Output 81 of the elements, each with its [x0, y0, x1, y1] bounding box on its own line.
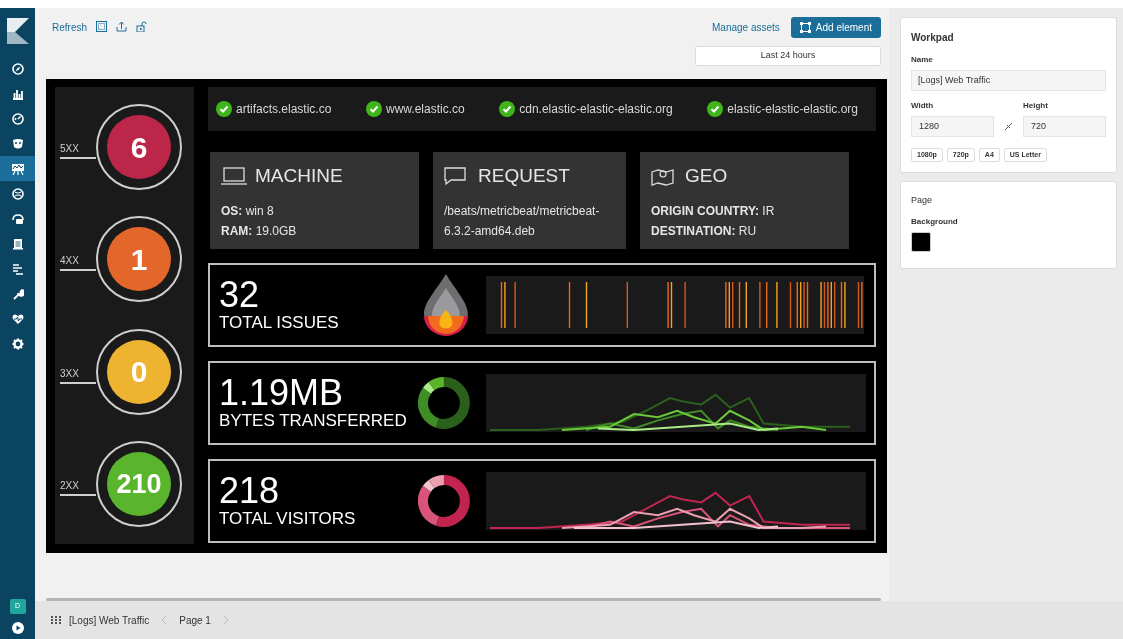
- section-title: Workpad: [911, 31, 955, 45]
- leader-line: [60, 381, 96, 384]
- settings-icon: [11, 337, 24, 350]
- wrench-icon: [11, 287, 24, 300]
- color-swatch[interactable]: [911, 231, 931, 252]
- field-label: Width: [911, 100, 935, 112]
- manage-assets-link[interactable]: Manage assets: [712, 20, 780, 35]
- status-label: 4XX: [60, 255, 80, 268]
- nav-item[interactable]: [0, 156, 35, 181]
- scrollbar[interactable]: [46, 598, 881, 601]
- cloud-icon: [11, 212, 24, 225]
- metric-label: BYTES TRANSFERRED: [219, 411, 407, 431]
- event-bar: [585, 282, 588, 328]
- section-title: Page: [911, 194, 934, 207]
- field-label: Height: [1023, 100, 1049, 112]
- status-label: 5XX: [60, 143, 80, 156]
- card-text: /beats/metricbeat/metricbeat-6.3.2-amd64.deb: [444, 202, 601, 240]
- check-icon: [499, 101, 516, 117]
- site-name: www.elastic.co: [385, 101, 465, 118]
- status-count-badge: 6: [107, 115, 171, 180]
- grid-icon[interactable]: [51, 616, 61, 624]
- leader-line: [60, 269, 96, 272]
- event-bar: [789, 282, 792, 328]
- site-name: elastic-elastic-elastic.org: [727, 101, 858, 118]
- card-text: OS: win 8: [221, 202, 275, 220]
- unlock-icon[interactable]: [136, 21, 147, 32]
- presentation-icon: [11, 162, 24, 175]
- site-name: artifacts.elastic.co: [236, 101, 332, 118]
- add-element-button[interactable]: Add element: [790, 17, 881, 38]
- check-icon: [365, 101, 382, 117]
- card-text: ORIGIN COUNTRY: IR: [651, 202, 776, 220]
- metric-value: 218: [219, 473, 280, 509]
- globe-icon: [11, 187, 24, 200]
- link-icon[interactable]: [1004, 122, 1013, 131]
- bar-chart-icon: [11, 87, 24, 100]
- laptop-icon: [221, 166, 247, 186]
- card-text: RAM: 19.0GB: [221, 222, 298, 240]
- status-label: 3XX: [60, 367, 80, 380]
- metric-label: TOTAL ISSUES: [219, 313, 339, 333]
- card-title: MACHINE: [255, 164, 343, 188]
- card-title: REQUEST: [478, 164, 570, 188]
- select-box-icon: [799, 22, 811, 33]
- play-icon[interactable]: [11, 622, 24, 634]
- status-count-badge: 210: [107, 451, 171, 516]
- fullscreen-icon[interactable]: [96, 21, 107, 32]
- name-field[interactable]: [Logs] Web Traffic: [911, 70, 1106, 91]
- time-range-picker[interactable]: Last 24 hours: [695, 46, 881, 66]
- card-title: GEO: [685, 164, 728, 188]
- document-icon: [11, 237, 24, 250]
- status-label: 2XX: [60, 479, 80, 492]
- field-label: Name: [911, 54, 934, 66]
- map-icon: [651, 166, 677, 186]
- shield-icon: [11, 137, 24, 150]
- event-bar: [568, 282, 571, 328]
- workpad-name: [Logs] Web Traffic: [69, 613, 150, 628]
- compass-icon: [11, 62, 24, 75]
- leader-line: [60, 493, 96, 496]
- logo-icon[interactable]: [6, 18, 29, 44]
- card-text: DESTINATION: RU: [651, 222, 758, 240]
- metric-label: TOTAL VISITORS: [219, 509, 356, 529]
- metric-value: 1.19MB: [219, 375, 344, 411]
- height-field[interactable]: 720: [1023, 116, 1106, 137]
- heart-monitor-icon: [11, 312, 24, 325]
- status-count-badge: 0: [107, 339, 171, 404]
- metric-value: 32: [219, 277, 260, 313]
- field-label: Background: [911, 215, 959, 228]
- refresh-link[interactable]: Refresh: [52, 20, 87, 35]
- gauge-icon: [11, 112, 24, 125]
- status-count-badge: 1: [107, 227, 171, 292]
- check-icon: [707, 101, 724, 117]
- width-field[interactable]: 1280: [911, 116, 994, 137]
- site-name: cdn.elastic-elastic-elastic.org: [519, 101, 673, 118]
- flame-icon: [424, 274, 468, 336]
- donut-icon: [418, 377, 470, 429]
- leader-line: [60, 157, 96, 160]
- lines-icon: [11, 262, 24, 275]
- donut-icon: [418, 475, 470, 527]
- check-icon: [216, 101, 232, 117]
- share-icon[interactable]: [116, 21, 127, 32]
- event-bar: [738, 282, 741, 328]
- page-label: Page 1: [179, 613, 211, 628]
